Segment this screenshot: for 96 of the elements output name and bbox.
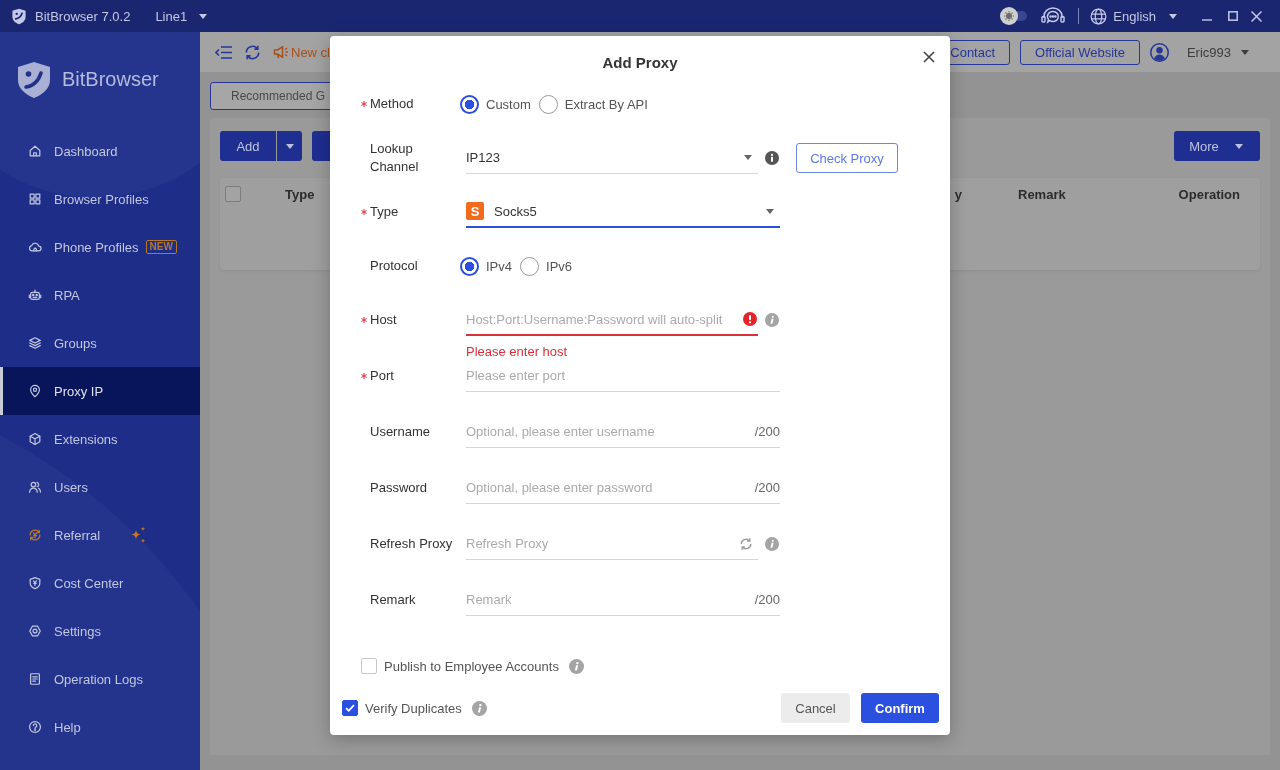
- radio-option[interactable]: IPv6: [520, 256, 573, 276]
- sidebar-item[interactable]: Users: [0, 463, 200, 511]
- users-icon: [28, 480, 42, 494]
- settings-icon: [28, 624, 42, 638]
- select-field[interactable]: S Socks5: [466, 196, 780, 228]
- sidebar-item[interactable]: Operation Logs: [0, 655, 200, 703]
- caret-icon: [1234, 143, 1243, 149]
- caret-icon: [766, 208, 774, 214]
- sidebar-item[interactable]: Groups: [0, 319, 200, 367]
- input-field[interactable]: Optional, please enter username: [466, 416, 751, 447]
- website-button[interactable]: Official Website: [1020, 39, 1140, 65]
- confirm-button[interactable]: Confirm: [861, 693, 939, 723]
- field-label: Method: [370, 95, 415, 113]
- dropdown-button[interactable]: [277, 131, 302, 161]
- input-field[interactable]: Optional, please enter password: [466, 472, 751, 503]
- line-selector[interactable]: Line1: [155, 8, 208, 24]
- new-badge: NEW: [145, 240, 177, 254]
- input-field[interactable]: Refresh Proxy: [466, 528, 735, 559]
- refresh-icon[interactable]: [244, 43, 261, 61]
- radio-option[interactable]: IPv4: [460, 256, 512, 276]
- info-icon[interactable]: [765, 151, 779, 165]
- cube-icon: [28, 432, 42, 446]
- shield-logo-icon: [16, 60, 52, 99]
- add-button[interactable]: Add: [220, 131, 276, 161]
- field-label: Type: [370, 203, 400, 221]
- theme-toggle[interactable]: [1000, 7, 1029, 25]
- field-label: Port: [370, 367, 395, 385]
- character-counter: /200: [754, 424, 780, 439]
- field-label: Lookup Channel: [370, 140, 420, 176]
- help-icon: [28, 720, 42, 734]
- sidebar-item[interactable]: Extensions: [0, 415, 200, 463]
- cancel-button[interactable]: Cancel: [781, 693, 850, 723]
- close-icon[interactable]: [923, 51, 935, 63]
- user-name[interactable]: Eric993: [1186, 44, 1231, 60]
- select-field[interactable]: IP123: [466, 142, 758, 174]
- field-label: Protocol: [370, 257, 419, 275]
- avatar-icon[interactable]: [1149, 42, 1169, 62]
- maximize-icon[interactable]: [1228, 11, 1238, 21]
- refresh-icon[interactable]: [739, 536, 753, 551]
- sidebar-item[interactable]: Referral: [0, 511, 200, 559]
- radio-option[interactable]: Extract By API: [538, 94, 648, 114]
- support-chat-icon[interactable]: [1041, 6, 1066, 26]
- input-field[interactable]: Host:Port:Username:Password will auto-split: [466, 304, 739, 334]
- megaphone-icon: [273, 45, 289, 59]
- field-label: Password: [370, 479, 429, 497]
- layers-icon: [28, 336, 42, 350]
- cloud-icon: [28, 240, 42, 254]
- sidebar-item[interactable]: Settings: [0, 607, 200, 655]
- error-icon: [743, 312, 757, 326]
- coin-cycle-icon: [28, 528, 42, 542]
- field-label: Refresh Proxy: [370, 535, 454, 553]
- globe-icon: [1090, 7, 1108, 25]
- character-counter: /200: [754, 592, 780, 607]
- checkbox-option[interactable]: Verify Duplicates: [342, 700, 462, 716]
- field-label: Remark: [370, 591, 417, 609]
- robot-icon: [28, 288, 42, 302]
- field-label: Host: [370, 311, 398, 329]
- sidebar-item[interactable]: Browser Profiles: [0, 175, 200, 223]
- sidebar-item[interactable]: Dashboard: [0, 127, 200, 175]
- sidebar-item[interactable]: Proxy IP: [0, 367, 200, 415]
- checkbox-option[interactable]: Publish to Employee Accounts: [361, 658, 559, 674]
- column-header: Operation: [1178, 186, 1240, 202]
- sidebar-item[interactable]: RPA: [0, 271, 200, 319]
- caret-icon[interactable]: [1241, 49, 1249, 55]
- error-message: Please enter host: [466, 344, 568, 359]
- protocol-logo: S: [466, 202, 484, 220]
- checkbox-icon[interactable]: [225, 186, 241, 202]
- caret-icon: [744, 155, 752, 160]
- app-title: BitBrowser 7.0.2: [35, 8, 131, 24]
- column-header: Remark: [1017, 186, 1067, 202]
- field-label: Username: [370, 423, 431, 441]
- grid-icon: [28, 192, 42, 206]
- column-header: Type: [285, 186, 316, 202]
- column-header: y: [954, 186, 963, 202]
- menu-collapse-icon[interactable]: [215, 44, 232, 60]
- dialog-title: Add Proxy: [602, 53, 678, 71]
- caret-icon: [1169, 13, 1177, 19]
- brand-name: BitBrowser: [62, 68, 159, 91]
- language-selector[interactable]: English: [1090, 7, 1177, 25]
- house-icon: [28, 144, 42, 158]
- document-icon: [28, 672, 42, 686]
- input-field[interactable]: Please enter port: [466, 360, 780, 391]
- caret-icon: [285, 143, 294, 149]
- shield-logo-icon: [11, 7, 27, 25]
- sidebar-item[interactable]: Cost Center: [0, 559, 200, 607]
- caret-icon: [199, 13, 208, 19]
- input-field[interactable]: Remark: [466, 584, 751, 615]
- check-proxy-button[interactable]: Check Proxy: [796, 143, 898, 173]
- shield-icon: [28, 576, 42, 590]
- character-counter: /200: [754, 480, 780, 495]
- location-pin-icon: [28, 384, 42, 398]
- sparkle-icon: [129, 526, 148, 544]
- radio-option[interactable]: Custom: [460, 94, 531, 114]
- more-button[interactable]: More: [1174, 131, 1260, 161]
- sidebar-item[interactable]: Help: [0, 703, 200, 751]
- sidebar-item[interactable]: Phone Profiles NEW: [0, 223, 200, 271]
